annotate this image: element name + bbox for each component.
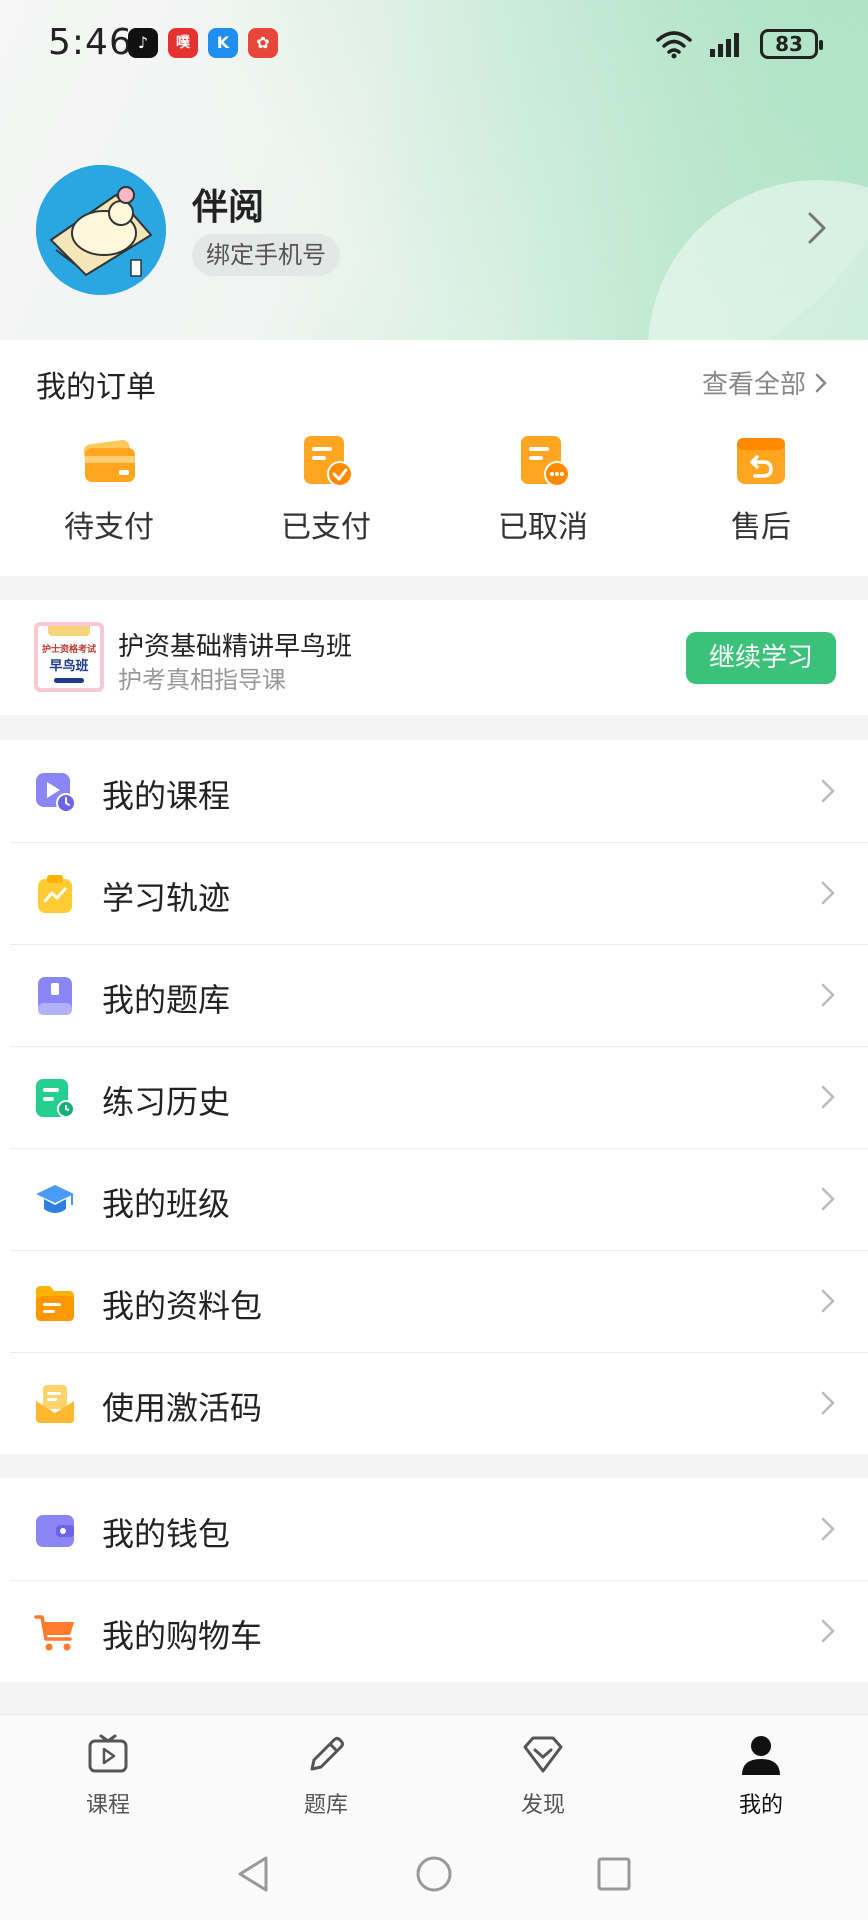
course-thumbnail: 护士资格考试 早鸟班 <box>34 622 104 692</box>
tab-mine[interactable]: 我的 <box>701 1733 821 1819</box>
status-bar: 5:46 ♪ 噗 K ✿ 83 <box>0 0 868 90</box>
chevron-right-icon <box>821 1085 835 1109</box>
cart-icon <box>34 1615 74 1651</box>
status-indicators: 83 <box>654 26 823 62</box>
profile-name: 伴阅 <box>192 187 265 228</box>
menu-item-label: 我的课程 <box>102 777 231 815</box>
bind-phone-button[interactable]: 绑定手机号 <box>192 234 340 276</box>
envelope-code-icon <box>36 1385 74 1423</box>
graduation-cap-icon <box>36 1185 74 1213</box>
back-triangle-icon[interactable] <box>232 1852 276 1896</box>
course-thumb-line1: 护士资格考试 <box>41 645 96 655</box>
recents-square-icon[interactable] <box>592 1852 636 1896</box>
chevron-right-icon <box>815 373 827 392</box>
person-icon <box>742 1736 780 1775</box>
recent-course-card[interactable]: 护士资格考试 早鸟班 护资基础精讲早鸟班 护考真相指导课 继续学习 <box>0 600 868 715</box>
bottom-tab-bar: 课程 题库 发现 我的 <box>0 1714 868 1830</box>
home-circle-icon[interactable] <box>412 1852 456 1896</box>
tiktok-icon: ♪ <box>128 28 158 58</box>
battery-indicator: 83 <box>760 29 823 59</box>
order-cancelled[interactable]: 已取消 <box>463 432 623 546</box>
tab-question-bank[interactable]: 题库 <box>266 1733 386 1819</box>
return-box-icon <box>737 438 785 484</box>
chevron-right-icon <box>821 1619 835 1643</box>
video-course-icon <box>36 773 76 813</box>
menu-item-label: 练习历史 <box>102 1083 231 1121</box>
tab-label: 我的 <box>738 1793 783 1818</box>
order-paid[interactable]: 已支付 <box>246 432 406 546</box>
chevron-right-icon <box>821 1391 835 1415</box>
menu-item-cart[interactable]: 我的购物车 <box>0 1580 868 1682</box>
diamond-icon <box>523 1736 563 1773</box>
order-after-sales-label: 售后 <box>731 510 791 545</box>
menu-item-label: 使用激活码 <box>102 1389 263 1427</box>
system-navigation-bar <box>0 1830 868 1920</box>
chevron-right-icon <box>821 983 835 1007</box>
menu-item-materials[interactable]: 我的资料包 <box>0 1250 868 1352</box>
wallet-purple-icon <box>36 1515 74 1547</box>
folder-icon <box>36 1286 74 1321</box>
trend-clipboard-icon <box>38 875 72 913</box>
course-subtitle: 护考真相指导课 <box>118 666 286 694</box>
menu-item-wallet[interactable]: 我的钱包 <box>0 1478 868 1580</box>
tab-label: 课程 <box>85 1793 130 1818</box>
menu-item-label: 我的班级 <box>102 1185 231 1223</box>
orders-title: 我的订单 <box>36 370 156 405</box>
menu-group-learning: 我的课程 学习轨迹 我的题库 练习历史 我的班级 我的资料包 使用激活码 <box>0 740 868 1454</box>
app-blue-icon: K <box>208 28 238 58</box>
question-bank-icon <box>38 977 72 1015</box>
menu-group-shopping: 我的钱包 我的购物车 <box>0 1478 868 1682</box>
chevron-right-icon <box>821 1517 835 1541</box>
wallet-icon <box>83 439 135 482</box>
menu-item-label: 我的钱包 <box>102 1515 231 1553</box>
cancelled-doc-icon <box>521 436 570 487</box>
practice-history-icon <box>36 1079 75 1118</box>
orders-card: 我的订单 查看全部 待支付 已支付 已取消 售后 <box>0 340 868 576</box>
chevron-right-icon <box>821 779 835 803</box>
tab-discover[interactable]: 发现 <box>483 1733 603 1819</box>
signal-icon <box>710 33 739 57</box>
menu-item-label: 我的资料包 <box>102 1287 263 1325</box>
course-thumb-line2: 早鸟班 <box>49 659 89 674</box>
menu-item-my-class[interactable]: 我的班级 <box>0 1148 868 1250</box>
chevron-right-icon[interactable] <box>806 210 828 246</box>
order-pending-label: 待支付 <box>64 510 154 545</box>
tab-courses[interactable]: 课程 <box>48 1733 168 1819</box>
wifi-icon <box>656 31 692 59</box>
chevron-right-icon <box>821 881 835 905</box>
menu-item-label: 我的购物车 <box>102 1617 263 1655</box>
chevron-right-icon <box>821 1289 835 1313</box>
paid-doc-icon <box>304 436 353 487</box>
menu-item-question-bank[interactable]: 我的题库 <box>0 944 868 1046</box>
menu-item-label: 学习轨迹 <box>102 879 231 917</box>
tv-play-icon <box>88 1734 128 1773</box>
chevron-right-icon <box>821 1187 835 1211</box>
menu-item-label: 我的题库 <box>102 981 231 1019</box>
order-pending-payment[interactable]: 待支付 <box>29 432 189 546</box>
menu-item-practice-history[interactable]: 练习历史 <box>0 1046 868 1148</box>
avatar[interactable] <box>36 165 166 295</box>
continue-learning-button[interactable]: 继续学习 <box>686 632 836 684</box>
view-all-label: 查看全部 <box>701 370 806 400</box>
avatar-illustration <box>36 165 166 295</box>
view-all-orders-link[interactable]: 查看全部 <box>702 364 828 401</box>
menu-item-activation-code[interactable]: 使用激活码 <box>0 1352 868 1454</box>
menu-item-learning-track[interactable]: 学习轨迹 <box>0 842 868 944</box>
order-paid-label: 已支付 <box>281 510 371 545</box>
app-red-icon: 噗 <box>168 28 198 58</box>
order-after-sales[interactable]: 售后 <box>681 432 841 546</box>
tab-label: 发现 <box>520 1793 565 1818</box>
course-title: 护资基础精讲早鸟班 <box>118 632 353 662</box>
menu-item-my-courses[interactable]: 我的课程 <box>0 740 868 842</box>
app-gift-icon: ✿ <box>248 28 278 58</box>
status-time: 5:46 <box>48 22 133 63</box>
pencil-icon <box>310 1737 344 1771</box>
profile-header: 5:46 ♪ 噗 K ✿ 83 伴阅 绑定手机号 <box>0 0 868 340</box>
order-cancelled-label: 已取消 <box>498 510 588 545</box>
tab-label: 题库 <box>303 1793 348 1818</box>
